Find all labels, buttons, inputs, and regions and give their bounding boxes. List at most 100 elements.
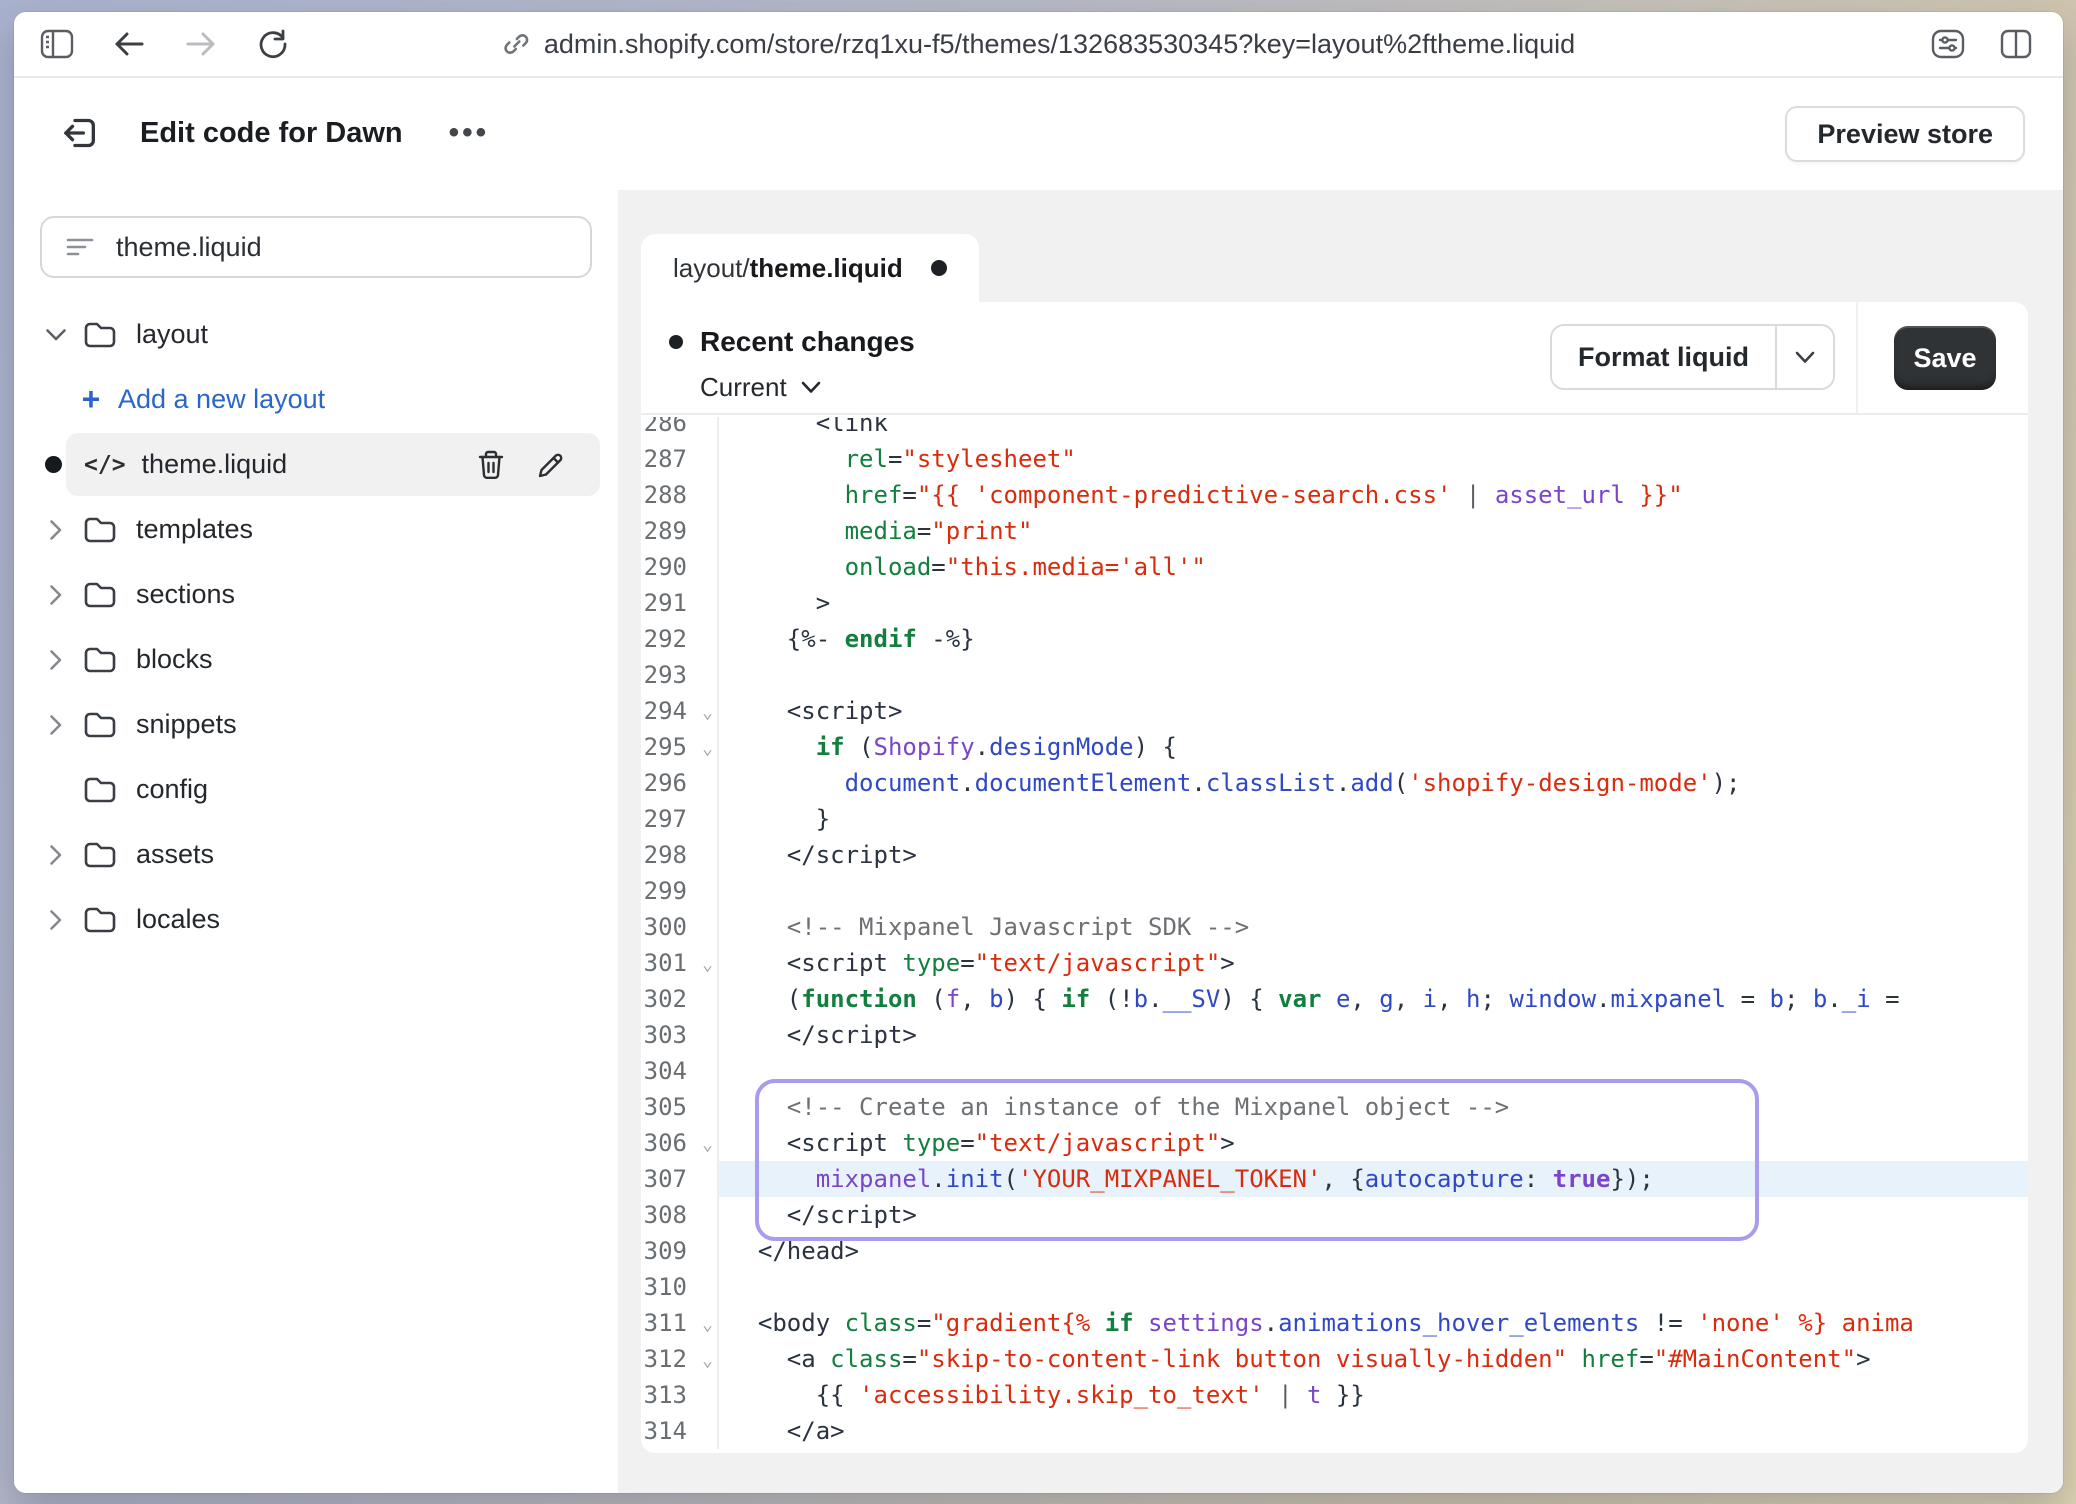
more-options-icon[interactable]: ••• (449, 116, 490, 150)
file-search-box[interactable] (40, 216, 592, 278)
fold-chevron-icon[interactable]: ⌄ (702, 695, 713, 731)
code-text: media="print" (719, 513, 2028, 549)
fold-chevron-icon[interactable]: ⌄ (702, 1343, 713, 1379)
code-line-295[interactable]: 295⌄ if (Shopify.designMode) { (641, 729, 2028, 765)
code-text: {{ 'accessibility.skip_to_text' | t }} (719, 1377, 2028, 1413)
fold-chevron-icon[interactable]: ⌄ (702, 1307, 713, 1343)
fold-chevron-icon[interactable]: ⌄ (702, 731, 713, 767)
code-lines: 286 <link287 rel="stylesheet"288 href="{… (641, 417, 2028, 1449)
sidebar-item-layout[interactable]: layout (14, 302, 618, 367)
code-line-306[interactable]: 306⌄ <script type="text/javascript"> (641, 1125, 2028, 1161)
line-number-gutter: 299 (641, 873, 719, 909)
address-bar[interactable]: admin.shopify.com/store/rzq1xu-f5/themes… (502, 12, 1575, 76)
code-line-287[interactable]: 287 rel="stylesheet" (641, 441, 2028, 477)
format-options-caret[interactable] (1775, 326, 1833, 388)
code-line-288[interactable]: 288 href="{{ 'component-predictive-searc… (641, 477, 2028, 513)
code-line-303[interactable]: 303 </script> (641, 1017, 2028, 1053)
line-number-gutter: 303 (641, 1017, 719, 1053)
pencil-icon[interactable] (536, 450, 566, 480)
line-number-gutter: 290 (641, 549, 719, 585)
code-line-301[interactable]: 301⌄ <script type="text/javascript"> (641, 945, 2028, 981)
code-line-304[interactable]: 304 (641, 1053, 2028, 1089)
line-number-gutter: 300 (641, 909, 719, 945)
tab-theme-liquid[interactable]: layout/theme.liquid (641, 234, 979, 302)
save-button[interactable]: Save (1894, 326, 1996, 390)
code-line-302[interactable]: 302 (function (f, b) { if (!b.__SV) { va… (641, 981, 2028, 1017)
code-area: 286 <link287 rel="stylesheet"288 href="{… (641, 417, 2028, 1453)
code-line-310[interactable]: 310 (641, 1269, 2028, 1305)
code-line-311[interactable]: 311⌄ <body class="gradient{% if settings… (641, 1305, 2028, 1341)
code-line-292[interactable]: 292 {%- endif -%} (641, 621, 2028, 657)
format-liquid-label: Format liquid (1552, 326, 1775, 388)
desktop: { "browser": { "url": "admin.shopify.com… (0, 0, 2076, 1504)
code-line-290[interactable]: 290 onload="this.media='all'" (641, 549, 2028, 585)
fold-chevron-icon[interactable]: ⌄ (702, 1127, 713, 1163)
code-line-286[interactable]: 286 <link (641, 417, 2028, 441)
fold-chevron-icon[interactable]: ⌄ (702, 947, 713, 983)
forward-icon[interactable] (184, 27, 218, 61)
code-text: <script> (719, 693, 2028, 729)
folder-label: sections (136, 579, 235, 610)
page-settings-icon[interactable] (1931, 27, 1965, 61)
version-dropdown[interactable]: Current (700, 372, 821, 403)
exit-icon[interactable] (58, 111, 102, 155)
sidebar-toggle-icon[interactable] (40, 27, 74, 61)
code-line-294[interactable]: 294⌄ <script> (641, 693, 2028, 729)
folder-label: blocks (136, 644, 213, 675)
sidebar-item-sections[interactable]: sections (14, 562, 618, 627)
reload-icon[interactable] (256, 27, 290, 61)
rename-file-button[interactable] (536, 450, 566, 480)
browser-window: admin.shopify.com/store/rzq1xu-f5/themes… (14, 12, 2063, 1493)
add-new-layout-button[interactable]: +Add a new layout (14, 367, 618, 432)
code-line-307[interactable]: 307 mixpanel.init('YOUR_MIXPANEL_TOKEN',… (641, 1161, 2028, 1197)
code-line-299[interactable]: 299 (641, 873, 2028, 909)
sidebar-item-snippets[interactable]: snippets (14, 692, 618, 757)
folder-icon (83, 906, 117, 934)
folder-label: config (136, 774, 208, 805)
recent-changes: Recent changes (669, 326, 915, 358)
sidebar-item-config[interactable]: config (14, 757, 618, 822)
code-line-289[interactable]: 289 media="print" (641, 513, 2028, 549)
code-text: </script> (719, 837, 2028, 873)
preview-store-button[interactable]: Preview store (1785, 106, 2025, 162)
code-line-297[interactable]: 297 } (641, 801, 2028, 837)
sidebar-item-assets[interactable]: assets (14, 822, 618, 887)
format-liquid-button[interactable]: Format liquid (1550, 324, 1835, 390)
code-line-296[interactable]: 296 document.documentElement.classList.a… (641, 765, 2028, 801)
sidebar-item-theme.liquid[interactable]: </>theme.liquid (14, 432, 618, 497)
code-line-305[interactable]: 305 <!-- Create an instance of the Mixpa… (641, 1089, 2028, 1125)
sidebar-item-locales[interactable]: locales (14, 887, 618, 952)
version-label: Current (700, 372, 787, 403)
recent-changes-dot (669, 335, 683, 349)
trash-icon[interactable] (476, 449, 506, 481)
code-line-291[interactable]: 291 > (641, 585, 2028, 621)
line-number-gutter: 310 (641, 1269, 719, 1305)
line-number-gutter: 289 (641, 513, 719, 549)
split-view-icon[interactable] (1999, 27, 2033, 61)
sidebar-item-templates[interactable]: templates (14, 497, 618, 562)
sidebar-item-blocks[interactable]: blocks (14, 627, 618, 692)
code-line-298[interactable]: 298 </script> (641, 837, 2028, 873)
delete-file-button[interactable] (476, 449, 506, 481)
line-number-gutter: 296 (641, 765, 719, 801)
code-text: <!-- Create an instance of the Mixpanel … (719, 1089, 2028, 1125)
line-number-gutter: 286 (641, 417, 719, 441)
code-line-314[interactable]: 314 </a> (641, 1413, 2028, 1449)
line-number-gutter: 313 (641, 1377, 719, 1413)
code-text: document.documentElement.classList.add('… (719, 765, 2028, 801)
url-text: admin.shopify.com/store/rzq1xu-f5/themes… (544, 29, 1575, 60)
chevron-down-icon (801, 381, 821, 394)
code-text (719, 1269, 2028, 1305)
code-line-312[interactable]: 312⌄ <a class="skip-to-content-link butt… (641, 1341, 2028, 1377)
line-number-gutter: 306⌄ (641, 1125, 719, 1161)
file-tree: layout+Add a new layout</>theme.liquidte… (14, 302, 618, 952)
search-input[interactable] (114, 231, 566, 264)
code-line-308[interactable]: 308 </script> (641, 1197, 2028, 1233)
back-icon[interactable] (112, 27, 146, 61)
code-line-293[interactable]: 293 (641, 657, 2028, 693)
code-line-300[interactable]: 300 <!-- Mixpanel Javascript SDK --> (641, 909, 2028, 945)
code-line-313[interactable]: 313 {{ 'accessibility.skip_to_text' | t … (641, 1377, 2028, 1413)
line-number-gutter: 292 (641, 621, 719, 657)
line-number-gutter: 301⌄ (641, 945, 719, 981)
code-line-309[interactable]: 309 </head> (641, 1233, 2028, 1269)
